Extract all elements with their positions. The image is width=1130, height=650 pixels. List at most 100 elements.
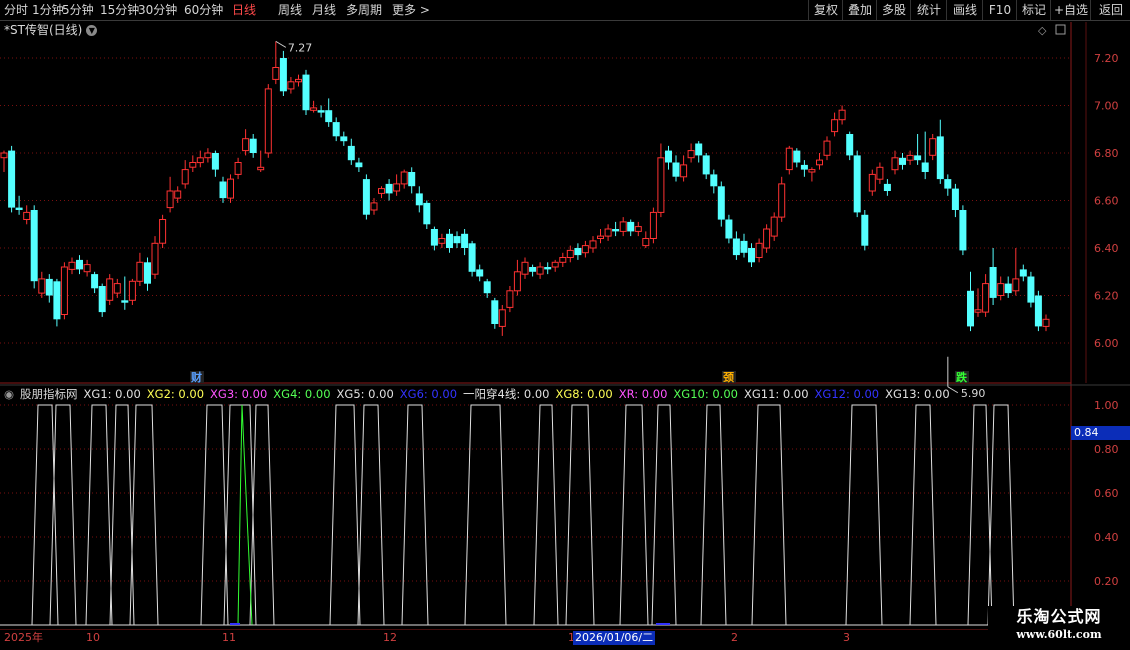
candle-body — [544, 267, 552, 270]
price-chart[interactable]: 7.20 7.00 6.80 6.60 6.40 6.20 6.00 ◇ 7.27 5.90 财 颈 跌… — [0, 20, 1130, 630]
square-icon — [1055, 24, 1066, 35]
candle-body — [45, 278, 53, 296]
toolbar-button[interactable]: 返回 — [1090, 0, 1130, 20]
tab-period[interactable]: 60分钟 — [184, 0, 223, 20]
indicator-value-label: XG12: 0.00 — [814, 387, 880, 401]
candle-body — [378, 188, 385, 194]
candle-body — [279, 58, 287, 92]
signal-pulse — [85, 404, 113, 626]
candle-body — [513, 271, 521, 292]
candle-body — [1027, 276, 1035, 303]
candle-body — [732, 238, 740, 256]
candle-body — [506, 290, 514, 308]
toolbar-button[interactable]: 画线 — [946, 0, 983, 20]
candle-body — [196, 157, 204, 164]
candle-body — [98, 286, 106, 313]
candle-body — [551, 261, 559, 268]
toolbar-button[interactable]: 多股 — [876, 0, 911, 20]
candle-body — [665, 150, 672, 163]
indicator-value-label: XG2: 0.00 — [146, 387, 205, 401]
toolbar-button[interactable]: 叠加 — [842, 0, 877, 20]
tab-period[interactable]: 多周期 — [346, 0, 382, 20]
candle-body — [60, 266, 68, 315]
candle-body — [151, 242, 159, 275]
tab-period[interactable]: 日线 — [232, 0, 256, 20]
tab-period[interactable]: 分时 — [4, 0, 28, 20]
toolbar-button[interactable]: 统计 — [910, 0, 947, 20]
signal-pulse — [700, 404, 727, 626]
candle-body — [899, 157, 906, 165]
candle-body — [853, 155, 861, 213]
price-axis-label: 6.40 — [1094, 242, 1119, 255]
tab-period[interactable]: 更多 > — [392, 0, 430, 20]
candle-body — [846, 134, 854, 156]
chevron-down-icon[interactable]: ◉ — [4, 387, 14, 401]
candle-body — [936, 136, 944, 180]
candle-body — [15, 207, 23, 210]
signal-pulse — [129, 404, 159, 626]
candle-body — [649, 211, 657, 239]
signal-pulse — [249, 404, 275, 626]
candle-body — [227, 178, 234, 199]
candle-body — [921, 162, 929, 172]
candle-body — [461, 233, 469, 248]
candle-body — [793, 150, 801, 163]
candle-body — [332, 122, 340, 137]
toolbar-button[interactable]: 标记 — [1016, 0, 1051, 20]
candle-body — [121, 300, 129, 303]
tab-period[interactable]: 周线 — [278, 0, 302, 20]
candle-body — [219, 181, 227, 199]
event-marker: 颈 — [723, 371, 734, 384]
signal-pulse — [329, 404, 361, 626]
toolbar-button[interactable]: 复权 — [808, 0, 843, 20]
candle-body — [483, 281, 491, 294]
signal-pulse-green — [237, 404, 253, 626]
candle-body — [272, 67, 280, 80]
candle-body — [974, 309, 982, 313]
candle-body — [393, 183, 401, 192]
candle-body — [680, 164, 688, 178]
tab-period[interactable]: 30分钟 — [138, 0, 177, 20]
candle-body — [581, 245, 589, 254]
candle-body — [385, 183, 393, 194]
candle-body — [302, 74, 310, 111]
candle-body — [257, 166, 265, 171]
indicator-name[interactable]: 股朋指标网 — [20, 387, 78, 401]
candle-body — [861, 214, 869, 246]
candle-body — [317, 110, 325, 113]
indicator-value-label: XR: 0.00 — [618, 387, 668, 401]
watermark: 乐淘公式网 www.60lt.com — [988, 606, 1130, 650]
tab-period[interactable]: 月线 — [312, 0, 336, 20]
candle-body — [740, 240, 748, 253]
indicator-value-label: XG5: 0.00 — [336, 387, 394, 401]
toolbar-button[interactable]: +自选 — [1050, 0, 1091, 20]
event-marker: 财 — [190, 370, 202, 384]
watermark-title: 乐淘公式网 — [1016, 607, 1102, 626]
candle-body — [687, 150, 695, 159]
candle-body — [438, 238, 446, 244]
candle-body — [876, 166, 884, 180]
candle-body — [589, 240, 597, 249]
time-axis-label: 2025年 — [4, 631, 43, 644]
candle-body — [702, 155, 710, 175]
candle-body — [559, 257, 567, 263]
candle-body — [989, 267, 997, 298]
signal-pulse — [619, 404, 649, 626]
candle-body — [38, 278, 46, 294]
candle-body — [310, 107, 318, 111]
candle-body — [770, 216, 778, 237]
candle-body — [400, 171, 408, 185]
tab-period[interactable]: 1分钟 — [32, 0, 64, 20]
candle-body — [536, 266, 544, 275]
tab-period[interactable]: 15分钟 — [100, 0, 139, 20]
period-toolbar: 分时 1分钟 5分钟 15分钟 30分钟 60分钟 日线 周线 月线 多周期 更多 > 复权 叠加 多股统… — [0, 0, 1130, 21]
indicator-value-label: XG4: 0.00 — [273, 387, 331, 401]
tab-period[interactable]: 5分钟 — [62, 0, 94, 20]
toolbar-button[interactable]: F10 — [982, 0, 1017, 20]
high-price-label: 7.27 — [288, 41, 313, 54]
indicator-value-label: XG3: 0.00 — [210, 387, 268, 401]
watermark-url: www.60lt.com — [1016, 628, 1102, 641]
candle-body — [144, 262, 151, 284]
candle-body — [166, 190, 174, 209]
candle-body — [597, 235, 604, 240]
